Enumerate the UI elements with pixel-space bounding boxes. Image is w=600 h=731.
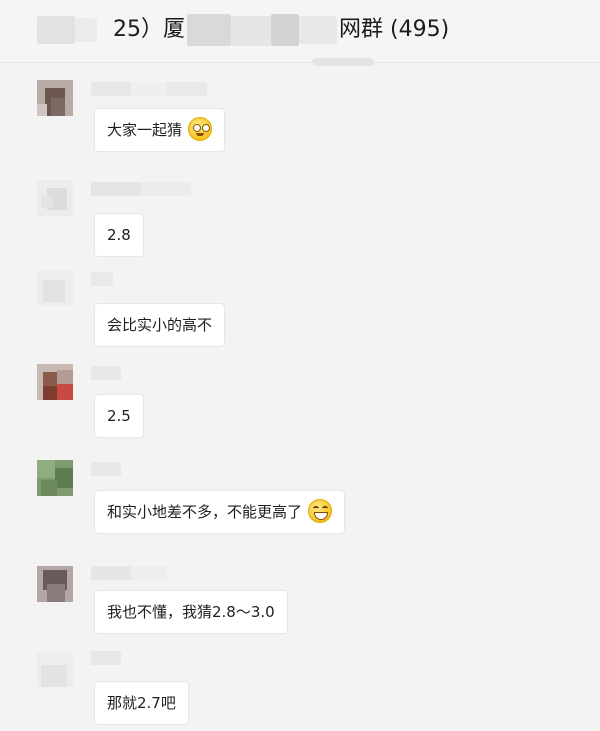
- redacted-title-block: [231, 16, 271, 46]
- grinning-face-icon: [308, 499, 333, 523]
- avatar[interactable]: [37, 651, 73, 687]
- message-text: 会比实小的高不: [107, 316, 213, 334]
- avatar[interactable]: [37, 364, 73, 400]
- message-bubble[interactable]: 那就2.7吧: [94, 681, 189, 725]
- chat-title-fragment: 25）厦: [113, 17, 185, 42]
- chat-header: 25）厦 网群 (495): [0, 0, 600, 66]
- redacted-title-block: [37, 16, 75, 44]
- message-text: 我也不懂，我猜2.8～3.0: [107, 603, 275, 621]
- message-bubble[interactable]: 2.5: [94, 394, 144, 438]
- message-bubble[interactable]: 我也不懂，我猜2.8～3.0: [94, 590, 288, 634]
- redacted-title-block: [299, 16, 337, 44]
- message-text: 2.5: [107, 407, 131, 425]
- avatar[interactable]: [37, 180, 73, 216]
- avatar[interactable]: [37, 460, 73, 496]
- message-bubble[interactable]: 会比实小的高不: [94, 303, 226, 347]
- chat-title-fragment: 网群 (495): [339, 17, 450, 42]
- message-bubble[interactable]: 大家一起猜: [94, 108, 226, 152]
- message-bubble[interactable]: 2.8: [94, 213, 144, 257]
- message-bubble[interactable]: 和实小地差不多，不能更高了: [94, 490, 346, 534]
- avatar[interactable]: [37, 566, 73, 602]
- redacted-title-block: [75, 18, 97, 42]
- avatar[interactable]: [37, 80, 73, 116]
- message-text: 大家一起猜: [107, 121, 183, 139]
- message-text: 和实小地差不多，不能更高了: [107, 503, 303, 521]
- redacted-title-block: [271, 14, 299, 46]
- avatar[interactable]: [37, 270, 73, 306]
- message-text: 那就2.7吧: [107, 694, 176, 712]
- header-indicator: [312, 58, 374, 66]
- message-text: 2.8: [107, 226, 131, 244]
- flushed-face-icon: [188, 117, 213, 141]
- redacted-title-block: [187, 14, 231, 46]
